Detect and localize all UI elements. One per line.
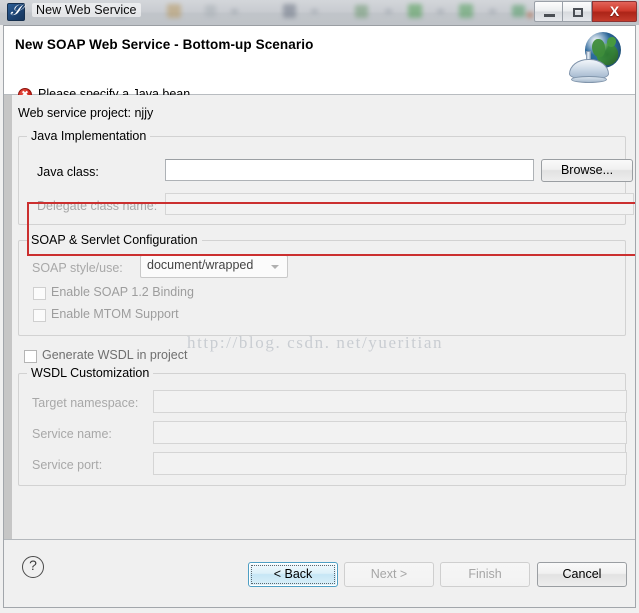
browse-button[interactable]: Browse... — [541, 159, 633, 182]
java-implementation-legend: Java Implementation — [27, 129, 151, 143]
service-port-label: Service port: — [32, 458, 103, 472]
dialog-button-bar: < Back Next > Finish Cancel — [4, 539, 635, 607]
soap-servlet-configuration-legend: SOAP & Servlet Configuration — [27, 233, 202, 247]
checkbox-label: Enable SOAP 1.2 Binding — [51, 285, 194, 299]
wizard-dialog: New SOAP Web Service - Bottom-up Scenari… — [3, 25, 636, 608]
page-title: New SOAP Web Service - Bottom-up Scenari… — [15, 37, 314, 52]
next-button[interactable]: Next > — [344, 562, 434, 587]
finish-button[interactable]: Finish — [440, 562, 530, 587]
window-title: New Web Service — [32, 3, 141, 17]
soap-style-use-label: SOAP style/use: — [32, 261, 123, 275]
back-button-label: < Back — [273, 567, 313, 581]
java-implementation-group: Java Implementation Java class: Browse..… — [18, 129, 634, 225]
service-name-input[interactable] — [153, 421, 627, 444]
web-service-icon — [7, 2, 25, 21]
checkbox-box — [33, 309, 46, 322]
web-service-project-label: Web service project: njjy — [18, 106, 154, 120]
close-icon: X — [609, 3, 620, 19]
maximize-button[interactable] — [563, 1, 592, 22]
window-controls: X — [534, 1, 637, 22]
checkbox-label: Generate WSDL in project — [42, 348, 188, 362]
soap-style-use-select[interactable]: document/wrapped — [140, 255, 288, 278]
target-namespace-label: Target namespace: — [32, 396, 139, 410]
minimize-button[interactable] — [534, 1, 563, 22]
checkbox-box — [24, 350, 37, 363]
checkbox-box — [33, 287, 46, 300]
close-button[interactable]: X — [592, 1, 637, 22]
delegate-class-name-label: Delegate class name: — [37, 199, 158, 213]
wizard-content: Web service project: njjy Java Implement… — [4, 95, 635, 539]
new-web-service-dialog: New Web Service X New SOAP Web Service -… — [0, 0, 639, 613]
watermark-text: http://blog. csdn. net/yueritian — [187, 333, 444, 352]
service-name-label: Service name: — [32, 427, 112, 441]
cancel-button[interactable]: Cancel — [537, 562, 627, 587]
chevron-down-icon — [271, 265, 279, 269]
minimize-icon — [544, 14, 555, 17]
soap-style-use-value: document/wrapped — [147, 258, 254, 272]
help-icon[interactable] — [22, 556, 44, 578]
service-port-input[interactable] — [153, 452, 627, 475]
wsdl-customization-legend: WSDL Customization — [27, 366, 154, 380]
java-class-input[interactable] — [165, 159, 534, 181]
wsdl-customization-group: WSDL Customization Target namespace: Ser… — [18, 366, 627, 486]
window-title-bar[interactable]: New Web Service X — [0, 0, 639, 25]
globe-satellite-dish-icon — [563, 29, 629, 91]
back-button[interactable]: < Back — [248, 562, 338, 587]
delegate-class-name-input[interactable] — [165, 193, 634, 215]
target-namespace-input[interactable] — [153, 390, 627, 413]
maximize-icon — [573, 8, 583, 17]
soap-servlet-configuration-group: SOAP & Servlet Configuration SOAP style/… — [18, 233, 626, 336]
checkbox-label: Enable MTOM Support — [51, 307, 179, 321]
java-class-label: Java class: — [37, 165, 99, 179]
wizard-header: New SOAP Web Service - Bottom-up Scenari… — [4, 26, 635, 102]
